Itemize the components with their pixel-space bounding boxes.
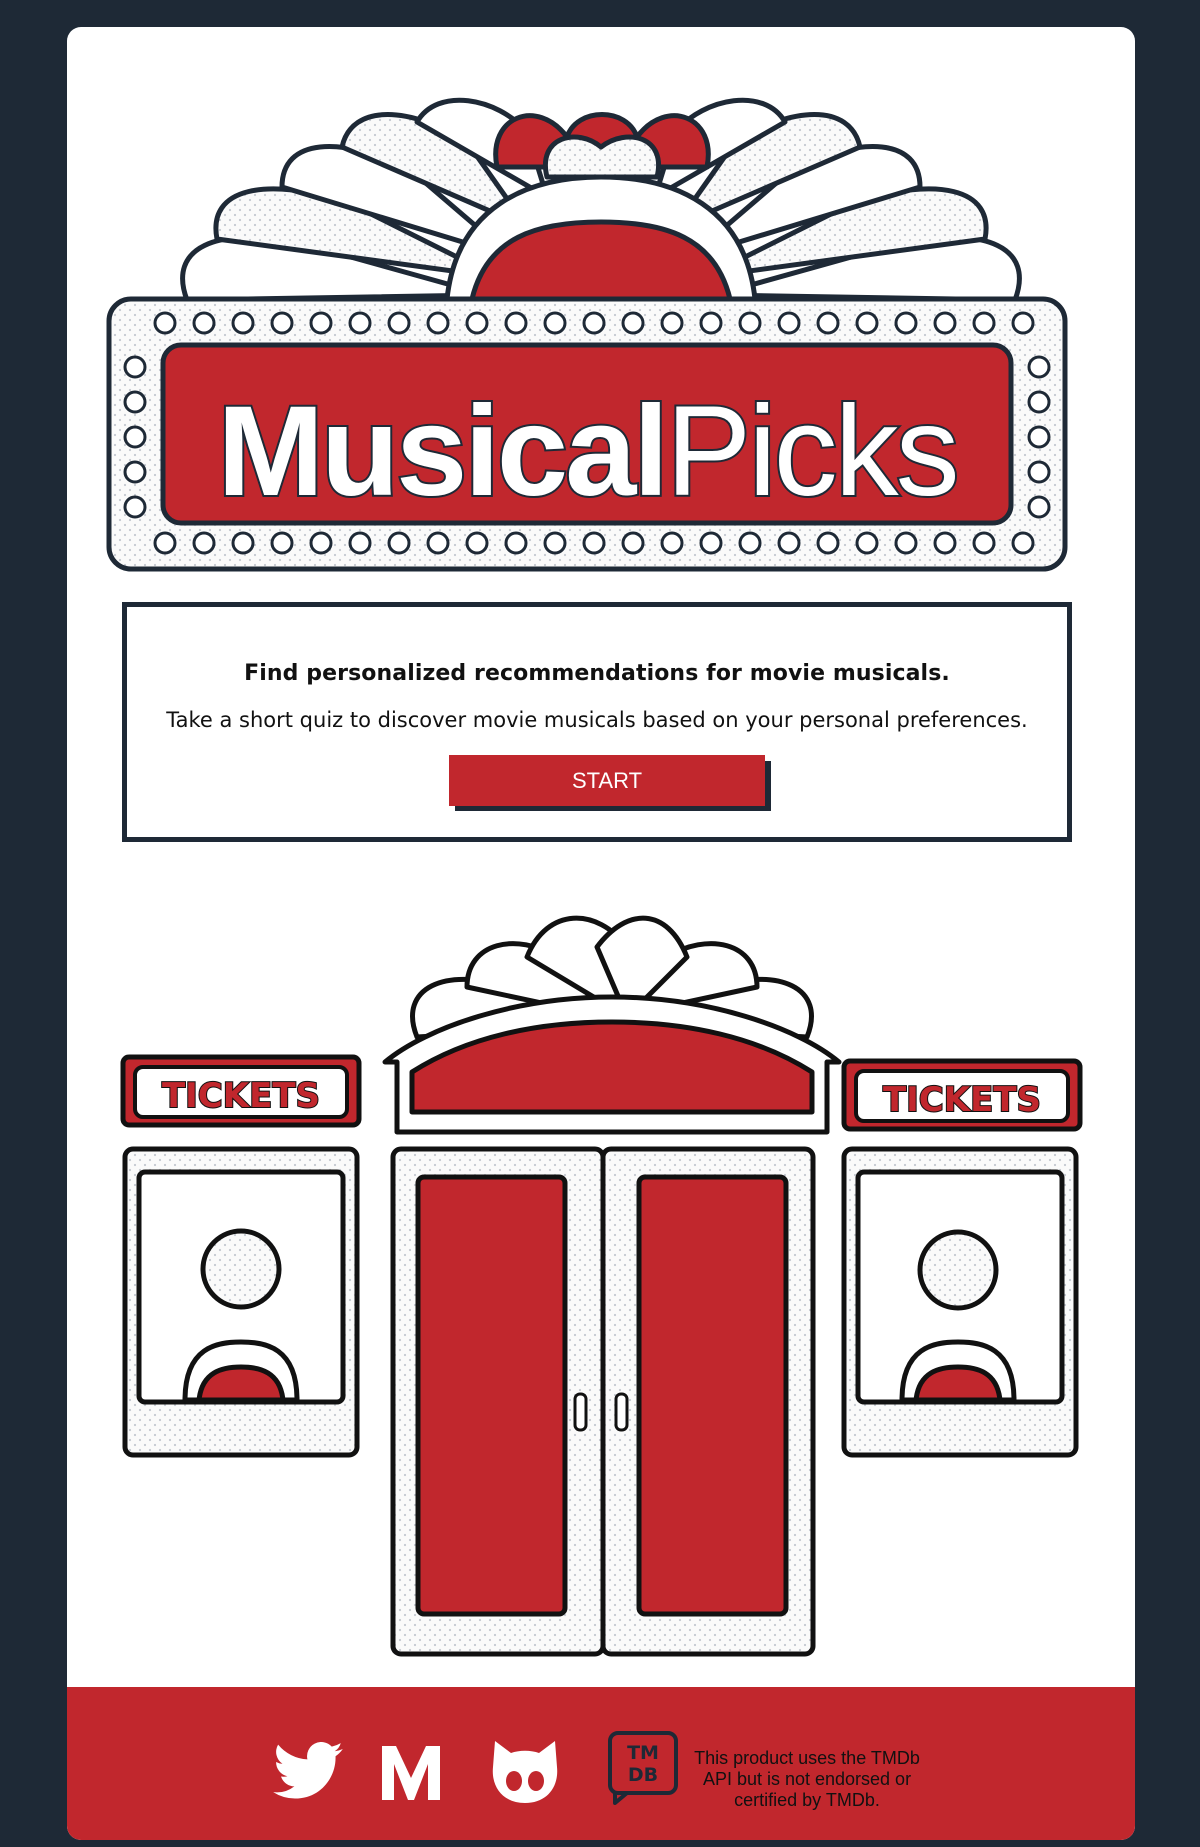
theater-illustration: TICKETS TICKETS [120, 915, 1083, 1657]
tmdb-attribution-line: This product uses the TMDb [694, 1748, 920, 1768]
right-booth-head [917, 1229, 999, 1311]
left-door-panel [415, 1174, 568, 1617]
left-booth-body-red [196, 1364, 286, 1403]
twitter-icon[interactable] [273, 1742, 343, 1800]
tmdb-logo-top: TM [627, 1742, 659, 1764]
tmdb-logo-bottom: DB [628, 1764, 658, 1786]
right-booth-body-red [913, 1364, 1003, 1403]
right-door-panel [636, 1174, 789, 1617]
tmdb-attribution: This product uses the TMDb API but is no… [681, 1748, 933, 1811]
tmdb-attribution-line: certified by TMDb. [734, 1790, 880, 1810]
left-booth-head [200, 1228, 282, 1310]
tmdb-logo[interactable]: TM DB [607, 1730, 679, 1806]
right-door-handle [614, 1392, 629, 1432]
medium-icon[interactable] [378, 1740, 444, 1806]
left-door-handle [573, 1392, 588, 1432]
main-card: MusicalPicks Find personalized recommend… [67, 27, 1135, 1840]
left-tickets-sign-label: TICKETS [162, 1076, 320, 1116]
footer: TM DB This product uses the TMDb API but… [67, 1687, 1135, 1840]
right-tickets-sign-label: TICKETS [883, 1080, 1041, 1120]
github-icon[interactable] [487, 1737, 563, 1807]
tmdb-attribution-line: API but is not endorsed or [702, 1769, 912, 1789]
